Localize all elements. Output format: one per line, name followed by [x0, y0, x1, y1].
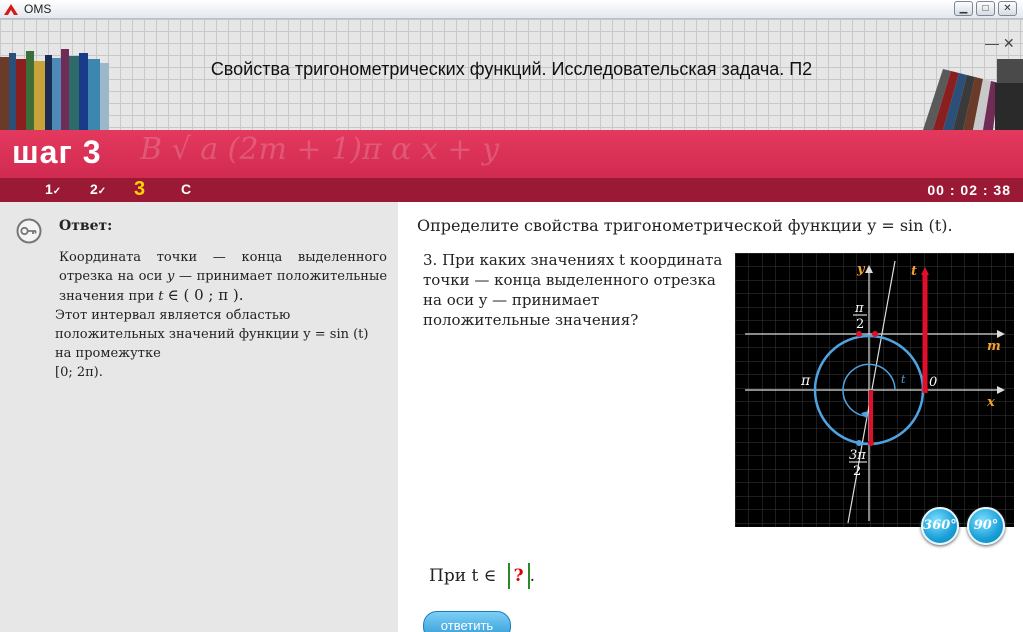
maximize-button[interactable]: □ [976, 1, 995, 16]
nav-step-1[interactable]: 1✓ [45, 181, 61, 197]
task-title: Определите свойства тригонометрической ф… [417, 216, 953, 235]
app-title: OMS [24, 2, 52, 16]
axis-label-t: t [911, 264, 917, 279]
lesson-title: Свойства тригонометрических функций. Исс… [210, 59, 813, 79]
answer-conclusion: Этот интервал является областью положите… [55, 308, 369, 380]
question-text: 3. При каких значениях t координата точк… [423, 251, 723, 329]
label-3pi-half-den: 2 [853, 464, 861, 479]
timer: 00 : 02 : 38 [927, 182, 1011, 198]
axis-label-m: m [987, 339, 1001, 354]
minimize-button[interactable]: ▁ [954, 1, 973, 16]
label-pi: π [800, 373, 811, 389]
label-3pi-half-num: 3π [849, 448, 866, 463]
lesson-header: Свойства тригонометрических функций. Исс… [0, 19, 1023, 130]
key-icon [16, 218, 42, 244]
axis-label-y: y [856, 262, 866, 277]
close-button[interactable]: ✕ [998, 1, 1017, 16]
answer-label: Ответ: [59, 218, 113, 234]
answer-input-row: При t ∈ ?. [429, 563, 535, 589]
books-right-illustration [923, 59, 1023, 130]
label-pi-half-num: π [854, 301, 864, 316]
nav-step-2[interactable]: 2✓ [90, 181, 106, 197]
submit-answer-button[interactable]: ответить [423, 611, 511, 632]
nav-step-3[interactable]: 3 [134, 178, 145, 201]
answer-prefix: При t ∈ [429, 566, 497, 586]
step-title: шаг 3 [12, 134, 102, 170]
unit-circle-canvas: y t m x π 0 π 2 3π 2 t [735, 253, 1014, 527]
rotate-90-button[interactable]: 90° [967, 507, 1005, 545]
answer-suffix: . [529, 566, 536, 586]
rotate-360-button[interactable]: 360° [921, 507, 959, 545]
window-titlebar: OMS ▁ □ ✕ [0, 0, 1023, 19]
step-banner: B √ a (2m + 1)π α x + y шаг 3 [0, 130, 1023, 178]
axis-label-x: x [986, 395, 995, 410]
formula-background-decoration: B √ a (2m + 1)π α x + y [140, 132, 500, 167]
answer-input-box[interactable]: ? [507, 563, 530, 589]
step-navigation: 1✓ 2✓ 3 С 00 : 02 : 38 [0, 178, 1023, 202]
answer-panel: Ответ: Координата точки — конца выделенн… [0, 202, 398, 632]
label-pi-half-den: 2 [856, 317, 864, 332]
nav-step-summary[interactable]: С [181, 181, 191, 197]
label-angle-t: t [901, 373, 906, 386]
unit-circle-graph: y t m x π 0 π 2 3π 2 t [735, 253, 1014, 527]
app-logo-icon [4, 4, 18, 15]
answer-explanation: Координата точки — конца выделенного отр… [59, 250, 388, 304]
label-zero: 0 [929, 375, 937, 390]
